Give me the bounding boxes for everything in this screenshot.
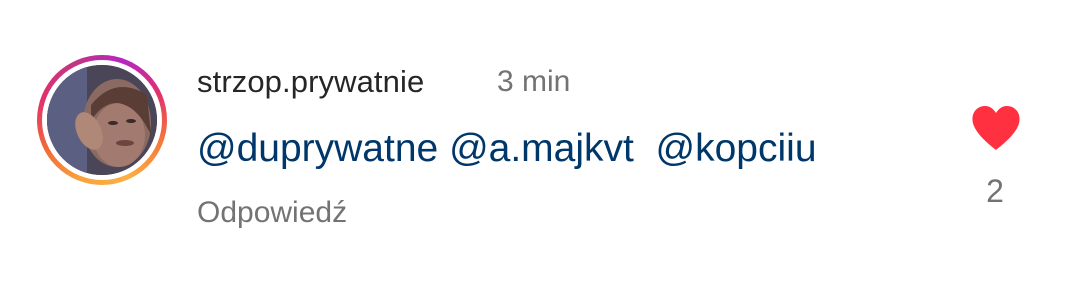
comment-item: strzop.prywatnie 3 min @duprywatne @a.ma…	[0, 0, 1074, 289]
comment-text: @duprywatne @a.majkvt @kopciiu	[197, 127, 817, 171]
like-button[interactable]	[970, 104, 1022, 152]
avatar	[47, 65, 157, 175]
mention-link[interactable]: @duprywatne	[197, 127, 438, 170]
comment-username[interactable]: strzop.prywatnie	[197, 64, 424, 100]
reply-button[interactable]: Odpowiedź	[197, 196, 347, 230]
like-count: 2	[986, 173, 1004, 209]
comment-timestamp: 3 min	[497, 65, 571, 98]
heart-filled-icon	[972, 106, 1020, 150]
mention-link[interactable]: @kopciiu	[656, 127, 817, 170]
mention-link[interactable]: @a.majkvt	[449, 127, 634, 170]
avatar-photo-image	[47, 65, 157, 175]
story-ring-avatar[interactable]	[37, 55, 167, 185]
